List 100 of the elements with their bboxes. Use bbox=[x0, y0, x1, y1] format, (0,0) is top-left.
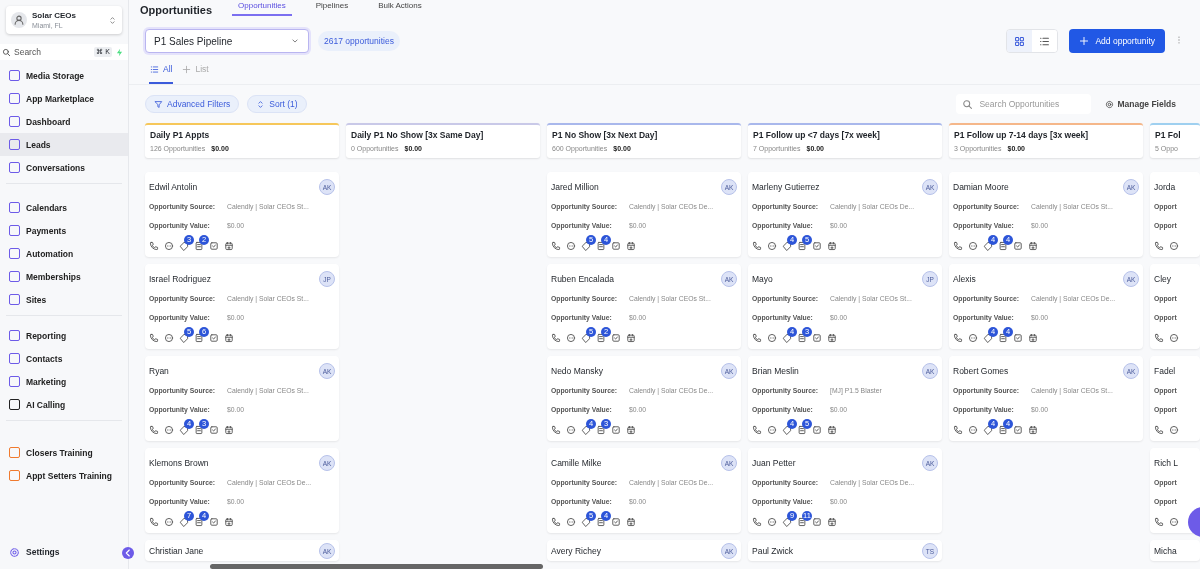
checkbox-icon[interactable] bbox=[812, 425, 822, 435]
calendar-icon[interactable] bbox=[1028, 333, 1038, 343]
note-icon[interactable] bbox=[194, 241, 204, 251]
settings-item[interactable]: Settings bbox=[0, 543, 64, 561]
horizontal-scrollbar[interactable] bbox=[210, 564, 543, 569]
chat-icon[interactable] bbox=[767, 241, 777, 251]
chat-icon[interactable] bbox=[968, 333, 978, 343]
note-icon[interactable] bbox=[998, 241, 1008, 251]
calendar-icon[interactable] bbox=[224, 241, 234, 251]
tag-icon[interactable] bbox=[782, 333, 792, 343]
chat-icon[interactable] bbox=[1169, 425, 1179, 435]
checkbox-icon[interactable] bbox=[611, 425, 621, 435]
nav-item[interactable]: Payments bbox=[0, 219, 128, 242]
nav-item[interactable]: Closers Training bbox=[0, 441, 128, 464]
calendar-icon[interactable] bbox=[827, 333, 837, 343]
calendar-icon[interactable] bbox=[626, 517, 636, 527]
phone-icon[interactable] bbox=[1154, 517, 1164, 527]
checkbox-icon[interactable] bbox=[209, 241, 219, 251]
calendar-icon[interactable] bbox=[1028, 425, 1038, 435]
tag-icon[interactable] bbox=[581, 241, 591, 251]
nav-item[interactable]: Automation bbox=[0, 242, 128, 265]
phone-icon[interactable] bbox=[1154, 333, 1164, 343]
view-tab[interactable]: All bbox=[149, 64, 174, 84]
note-icon[interactable] bbox=[998, 333, 1008, 343]
chat-icon[interactable] bbox=[164, 241, 174, 251]
chat-icon[interactable] bbox=[968, 425, 978, 435]
filter-button[interactable]: Advanced Filters bbox=[145, 95, 240, 113]
checkbox-icon[interactable] bbox=[812, 333, 822, 343]
chat-icon[interactable] bbox=[566, 517, 576, 527]
phone-icon[interactable] bbox=[551, 241, 561, 251]
tag-icon[interactable] bbox=[179, 333, 189, 343]
chat-icon[interactable] bbox=[767, 425, 777, 435]
note-icon[interactable] bbox=[596, 333, 606, 343]
nav-item[interactable]: Calendars bbox=[0, 196, 128, 219]
nav-item[interactable]: Marketing bbox=[0, 370, 128, 393]
tag-icon[interactable] bbox=[983, 425, 993, 435]
nav-item[interactable]: Contacts bbox=[0, 347, 128, 370]
chat-icon[interactable] bbox=[164, 425, 174, 435]
tab[interactable]: Opportunities bbox=[232, 0, 292, 16]
nav-item[interactable]: AI Calling bbox=[0, 393, 128, 416]
nav-item[interactable]: Dashboard bbox=[0, 110, 128, 133]
chat-icon[interactable] bbox=[1169, 241, 1179, 251]
tag-icon[interactable] bbox=[782, 517, 792, 527]
note-icon[interactable] bbox=[596, 425, 606, 435]
note-icon[interactable] bbox=[194, 425, 204, 435]
calendar-icon[interactable] bbox=[626, 333, 636, 343]
note-icon[interactable] bbox=[596, 241, 606, 251]
phone-icon[interactable] bbox=[953, 241, 963, 251]
calendar-icon[interactable] bbox=[224, 333, 234, 343]
chat-icon[interactable] bbox=[767, 333, 777, 343]
chat-icon[interactable] bbox=[566, 425, 576, 435]
checkbox-icon[interactable] bbox=[1013, 333, 1023, 343]
tag-icon[interactable] bbox=[983, 241, 993, 251]
checkbox-icon[interactable] bbox=[611, 241, 621, 251]
nav-item[interactable]: Media Storage bbox=[0, 64, 128, 87]
checkbox-icon[interactable] bbox=[812, 517, 822, 527]
calendar-icon[interactable] bbox=[827, 425, 837, 435]
chat-icon[interactable] bbox=[566, 333, 576, 343]
nav-item[interactable]: App Marketplace bbox=[0, 87, 128, 110]
checkbox-icon[interactable] bbox=[611, 333, 621, 343]
tag-icon[interactable] bbox=[782, 241, 792, 251]
manage-fields-button[interactable]: Manage Fields bbox=[1099, 99, 1184, 109]
note-icon[interactable] bbox=[797, 333, 807, 343]
phone-icon[interactable] bbox=[953, 333, 963, 343]
pipeline-dropdown[interactable]: P1 Sales Pipeline bbox=[145, 29, 309, 53]
checkbox-icon[interactable] bbox=[1013, 425, 1023, 435]
phone-icon[interactable] bbox=[752, 241, 762, 251]
nav-item[interactable]: Conversations bbox=[0, 156, 128, 179]
tag-icon[interactable] bbox=[179, 517, 189, 527]
calendar-icon[interactable] bbox=[1028, 241, 1038, 251]
checkbox-icon[interactable] bbox=[209, 425, 219, 435]
calendar-icon[interactable] bbox=[827, 517, 837, 527]
nav-item[interactable]: Reporting bbox=[0, 324, 128, 347]
chat-icon[interactable] bbox=[767, 517, 777, 527]
chat-icon[interactable] bbox=[1169, 333, 1179, 343]
phone-icon[interactable] bbox=[149, 333, 159, 343]
note-icon[interactable] bbox=[797, 517, 807, 527]
chat-icon[interactable] bbox=[164, 333, 174, 343]
calendar-icon[interactable] bbox=[224, 517, 234, 527]
tag-icon[interactable] bbox=[782, 425, 792, 435]
opportunity-card[interactable]: Micha bbox=[1150, 540, 1200, 561]
tag-icon[interactable] bbox=[581, 333, 591, 343]
tab[interactable]: Bulk Actions bbox=[372, 0, 428, 16]
phone-icon[interactable] bbox=[149, 425, 159, 435]
chat-icon[interactable] bbox=[566, 241, 576, 251]
phone-icon[interactable] bbox=[1154, 241, 1164, 251]
phone-icon[interactable] bbox=[551, 425, 561, 435]
phone-icon[interactable] bbox=[149, 517, 159, 527]
note-icon[interactable] bbox=[596, 517, 606, 527]
collapse-button[interactable] bbox=[122, 547, 134, 559]
phone-icon[interactable] bbox=[1154, 425, 1164, 435]
sort-button[interactable]: Sort (1) bbox=[247, 95, 307, 113]
note-icon[interactable] bbox=[998, 425, 1008, 435]
tag-icon[interactable] bbox=[581, 425, 591, 435]
checkbox-icon[interactable] bbox=[611, 517, 621, 527]
grid-view-button[interactable] bbox=[1007, 30, 1033, 52]
note-icon[interactable] bbox=[194, 517, 204, 527]
note-icon[interactable] bbox=[194, 333, 204, 343]
checkbox-icon[interactable] bbox=[812, 241, 822, 251]
nav-item[interactable]: Appt Setters Training bbox=[0, 464, 128, 487]
